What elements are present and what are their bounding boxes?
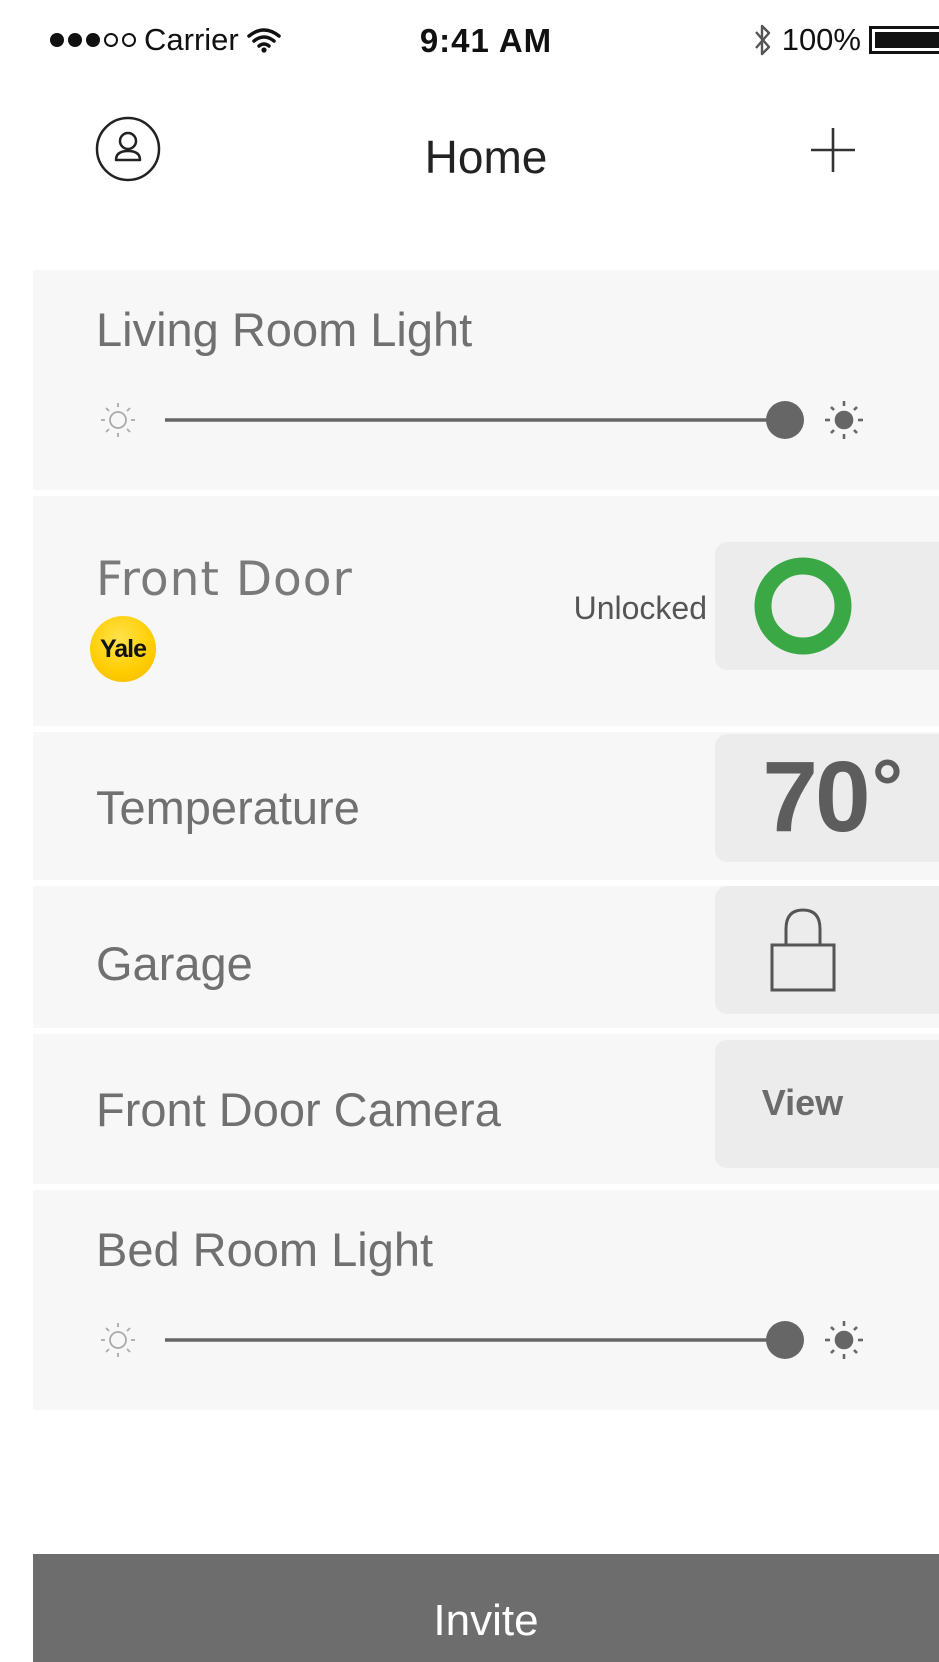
status-bar: Carrier 9:41 AM 100% <box>33 12 939 72</box>
camera-view-button[interactable]: View <box>715 1040 939 1168</box>
invite-button[interactable]: Invite <box>33 1554 939 1662</box>
device-label: Temperature <box>96 781 360 834</box>
garage-lock-button[interactable] <box>715 886 939 1014</box>
padlock-icon <box>770 908 836 992</box>
device-row-garage: Garage <box>33 886 939 1028</box>
device-row-bed-room-light: Bed Room Light <box>33 1190 939 1410</box>
device-label: Garage <box>96 937 253 990</box>
sun-dim-icon <box>101 403 135 437</box>
brightness-slider[interactable] <box>33 390 939 450</box>
lock-toggle-button[interactable] <box>715 542 939 670</box>
bluetooth-icon <box>754 24 770 56</box>
plus-icon[interactable] <box>808 125 858 175</box>
page-title: Home <box>424 131 548 183</box>
view-label: View <box>761 1082 844 1123</box>
invite-label: Invite <box>433 1596 539 1645</box>
slider-thumb[interactable] <box>766 1321 804 1359</box>
device-row-temperature: Temperature 70 ° <box>33 732 939 880</box>
device-row-living-room-light: Living Room Light <box>33 270 939 490</box>
status-right: 100% <box>752 22 939 58</box>
device-row-front-door: Front Door Yale Unlocked <box>33 496 939 726</box>
brightness-slider[interactable] <box>33 1310 939 1370</box>
battery-icon <box>869 26 939 54</box>
device-label: Bed Room Light <box>96 1223 434 1276</box>
sun-bright-icon <box>825 1321 863 1359</box>
device-label: Living Room Light <box>96 303 473 356</box>
slider-thumb[interactable] <box>766 401 804 439</box>
device-label: Front Door Camera <box>96 1083 501 1136</box>
lock-status: Unlocked <box>573 590 707 626</box>
degree-symbol: ° <box>871 743 903 831</box>
device-label: Front Door <box>96 552 353 607</box>
device-row-front-door-camera: Front Door Camera View <box>33 1034 939 1184</box>
unlocked-ring-icon <box>754 557 852 655</box>
yale-logo: Yale <box>90 616 156 682</box>
thermostat-button[interactable]: 70 ° <box>715 734 939 862</box>
sun-dim-icon <box>101 1323 135 1357</box>
battery-percent: 100% <box>781 22 861 57</box>
sun-bright-icon <box>825 401 863 439</box>
phone-screen: Carrier 9:41 AM 100% Home Living Room Li… <box>33 12 939 1662</box>
